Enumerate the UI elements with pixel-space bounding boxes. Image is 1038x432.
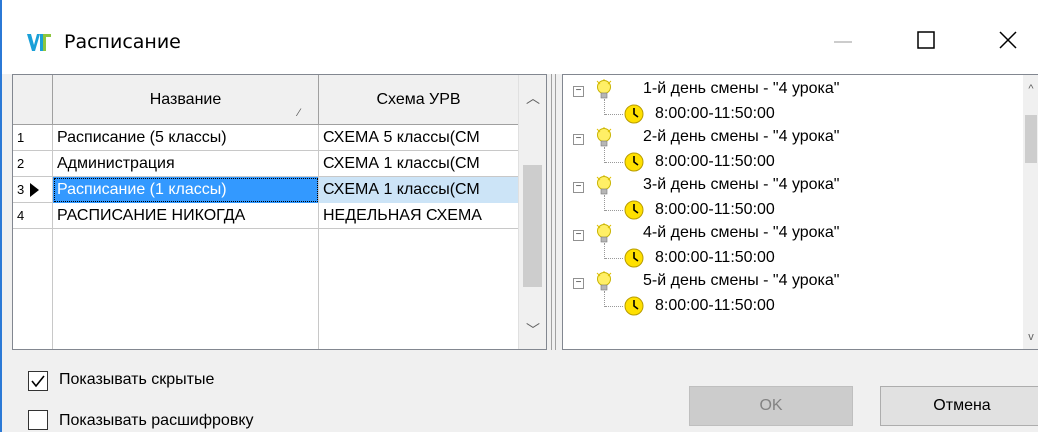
grid-scroll-thumb[interactable] [523, 165, 542, 287]
tree-collapse-toggle[interactable]: − [573, 230, 584, 241]
cell-schema[interactable]: СХЕМА 5 классы(СМ [319, 125, 519, 151]
grid-rows: 1 Расписание (5 классы) СХЕМА 5 классы(С… [13, 125, 519, 229]
tree-item-day[interactable]: 4-й день смены - "4 урока" [643, 221, 839, 245]
tree-connector [604, 147, 605, 163]
tree-collapse-toggle[interactable]: − [573, 134, 584, 145]
schedule-tree[interactable]: − 1-й день смены - "4 урока" 8:00:00-11:… [562, 74, 1038, 350]
clock-icon [624, 200, 644, 220]
lightbulb-icon [596, 127, 612, 147]
grid-header: Название ⁄ Схема УРВ [13, 75, 546, 125]
grid-column-line [13, 229, 53, 349]
column-header-schema[interactable]: Схема УРВ [319, 75, 519, 124]
window-title: Расписание [64, 31, 181, 53]
tree-connector [605, 210, 623, 211]
tree-item-time[interactable]: 8:00:00-11:50:00 [655, 198, 775, 222]
lightbulb-icon [596, 79, 612, 99]
show-hidden-checkbox[interactable] [28, 371, 48, 391]
cell-name[interactable]: Расписание (1 классы) [53, 177, 319, 203]
schedule-grid[interactable]: Название ⁄ Схема УРВ 1 Расписание (5 кла… [12, 74, 547, 350]
minimize-icon [834, 41, 852, 43]
tree-connector [605, 114, 623, 115]
tree-connector [605, 306, 623, 307]
tree-connector [604, 99, 605, 115]
scroll-up-icon[interactable]: ︿ [519, 87, 546, 109]
table-row-selected[interactable]: 3 Расписание (1 классы) СХЕМА 1 классы(С… [13, 177, 519, 203]
checkmark-icon [31, 375, 45, 388]
close-icon [999, 31, 1017, 49]
cell-name[interactable]: РАСПИСАНИЕ НИКОГДА [53, 203, 319, 229]
tree-item-day[interactable]: 1-й день смены - "4 урока" [643, 77, 839, 101]
schedule-window: Расписание Название ⁄ Схема УРВ 1 Распис [0, 0, 1038, 432]
tree-vertical-scrollbar[interactable]: ^ v [1023, 75, 1038, 349]
tree-connector [604, 195, 605, 211]
maximize-icon [917, 31, 935, 49]
tree-item-time[interactable]: 8:00:00-11:50:00 [655, 294, 775, 318]
maximize-button[interactable] [896, 20, 956, 60]
tree-item-time[interactable]: 8:00:00-11:50:00 [655, 102, 775, 126]
clock-icon [624, 248, 644, 268]
grid-vertical-scrollbar[interactable]: ︿ ﹀ [518, 75, 546, 349]
clock-icon [624, 104, 644, 124]
grid-column-line [53, 229, 319, 349]
scroll-down-icon[interactable]: ﹀ [519, 319, 546, 341]
ok-button[interactable]: OK [689, 386, 853, 426]
lightbulb-icon [596, 223, 612, 243]
lightbulb-icon [596, 271, 612, 291]
cell-name[interactable]: Расписание (5 классы) [53, 125, 319, 151]
tree-collapse-toggle[interactable]: − [573, 278, 584, 289]
tree-item-day[interactable]: 3-й день смены - "4 урока" [643, 173, 839, 197]
clock-icon [624, 296, 644, 316]
tree-collapse-toggle[interactable]: − [573, 182, 584, 193]
table-row[interactable]: 1 Расписание (5 классы) СХЕМА 5 классы(С… [13, 125, 519, 151]
show-decoding-checkbox[interactable] [28, 410, 48, 430]
column-header-name-label: Название [149, 91, 222, 108]
tree-item-time[interactable]: 8:00:00-11:50:00 [655, 150, 775, 174]
tree-item-day[interactable]: 2-й день смены - "4 урока" [643, 125, 839, 149]
tree-connector [604, 291, 605, 307]
column-header-schema-label: Схема УРВ [376, 91, 461, 108]
cell-schema[interactable]: СХЕМА 1 классы(СМ [319, 151, 519, 177]
row-number: 1 [13, 125, 53, 151]
row-number-label: 3 [17, 182, 25, 197]
tree-item-time[interactable]: 8:00:00-11:50:00 [655, 246, 775, 270]
tree-item-day[interactable]: 5-й день смены - "4 урока" [643, 269, 839, 293]
grid-column-line [319, 229, 519, 349]
table-row[interactable]: 2 Администрация СХЕМА 1 классы(СМ [13, 151, 519, 177]
minimize-button[interactable] [814, 20, 874, 60]
tree-scroll-down-icon[interactable]: v [1023, 327, 1038, 347]
cell-name[interactable]: Администрация [53, 151, 319, 177]
title-bar[interactable]: Расписание [2, 0, 1038, 74]
show-decoding-label[interactable]: Показывать расшифровку [59, 412, 254, 430]
table-row[interactable]: 4 РАСПИСАНИЕ НИКОГДА НЕДЕЛЬНАЯ СХЕМА [13, 203, 519, 229]
current-row-arrow-icon [30, 183, 39, 197]
column-header-name[interactable]: Название ⁄ [53, 75, 319, 124]
tree-connector [605, 162, 623, 163]
app-logo-icon [27, 34, 51, 51]
grid-empty-area [13, 229, 519, 349]
cancel-button[interactable]: Отмена [880, 386, 1038, 426]
tree-connector [605, 258, 623, 259]
tree-connector [604, 243, 605, 259]
cell-schema[interactable]: НЕДЕЛЬНАЯ СХЕМА [319, 203, 519, 229]
row-number: 4 [13, 203, 53, 229]
splitter-line [551, 74, 552, 350]
tree-collapse-toggle[interactable]: − [573, 86, 584, 97]
splitter-line [555, 74, 556, 350]
show-hidden-label[interactable]: Показывать скрытые [59, 371, 214, 389]
close-button[interactable] [978, 20, 1038, 60]
lightbulb-icon [596, 175, 612, 195]
row-number: 2 [13, 151, 53, 177]
header-indicator-cell [13, 75, 53, 124]
tree-scroll-up-icon[interactable]: ^ [1023, 79, 1038, 99]
cell-schema[interactable]: СХЕМА 1 классы(СМ [319, 177, 519, 203]
row-number: 3 [13, 177, 53, 203]
clock-icon [624, 152, 644, 172]
tree-scroll-thumb[interactable] [1025, 115, 1037, 163]
pane-splitter[interactable] [551, 74, 559, 350]
